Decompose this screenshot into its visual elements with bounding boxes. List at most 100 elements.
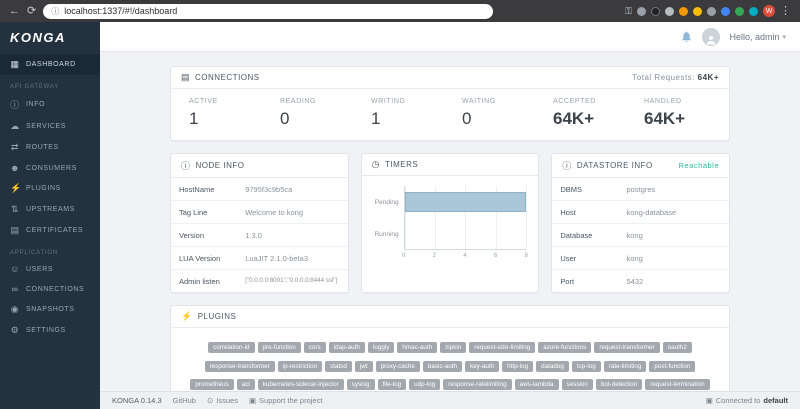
site-info-icon[interactable]: ⓘ [51,6,59,17]
sidebar-item-label: USERS [26,265,54,273]
certificate-icon: ▤ [10,225,20,235]
konga-logo[interactable]: KONGA [0,22,100,54]
sidebar-item-users[interactable]: ☺ USERS [0,259,100,279]
sidebar-item-label: DASHBOARD [26,61,76,68]
row-value: 5432 [626,276,644,286]
stat-handled: HANDLED 64K+ [632,98,723,129]
row-label: Database [560,230,593,240]
back-icon[interactable]: ← [9,5,20,17]
reload-icon[interactable]: ⟳ [27,5,36,17]
extension-icon[interactable] [721,6,730,16]
browser-bar: ← ⟳ ⓘ localhost:1337/#!/dashboard ⚿ W ⋮ [0,0,800,22]
plugin-tag: datadog [536,360,569,372]
sidebar-item-label: ROUTES [26,144,59,151]
stat-accepted: ACCEPTED 64K+ [541,98,632,129]
stat-value: 1 [371,109,381,128]
bar-row [405,223,527,243]
github-link[interactable]: GitHub [173,396,196,405]
extension-icon[interactable] [749,6,758,16]
connection-status[interactable]: ▣ Connected to default [706,396,788,405]
sidebar-item-label: CERTIFICATES [26,227,84,234]
table-row: User kong [552,247,729,270]
sidebar-item-consumers[interactable]: ☻ CONSUMERS [0,158,100,178]
plugin-tag: response-ratelimiting [443,379,512,390]
row-label: HostName [179,184,215,194]
plugin-tag: azure-functions [538,342,592,353]
plugin-tag: post-function [649,360,696,372]
table-row: Tag Line Welcome to kong [171,201,348,224]
plugin-tag: ldap-auth [328,342,365,353]
plugins-panel: ⚡ PLUGINS correlation-id pre-function cors… [170,305,730,391]
reachable-badge[interactable]: Reachable [679,161,719,170]
connections-panel: ▤ CONNECTIONS Total Requests: 64K+ ACTIV… [170,66,730,141]
row-label: User [560,253,577,263]
sidebar-item-upstreams[interactable]: ⇅ UPSTREAMS [0,199,100,220]
issues-link[interactable]: ⊙ Issues [207,396,238,405]
row-label: DBMS [560,184,582,194]
sidebar-item-settings[interactable]: ⚙ SETTINGS [0,320,100,341]
stat-active: ACTIVE 1 [177,98,268,129]
timers-panel: ◷ TIMERS Pending Running 0 2 4 6 8 [360,153,540,293]
datastore-title: DATASTORE INFO [576,161,653,170]
plugin-tag: loggly [367,342,395,353]
info-icon: ⓘ [10,100,20,110]
issues-icon: ⊙ [206,396,214,405]
row-label: Version [179,230,205,240]
sidebar-item-label: CONSUMERS [26,164,77,172]
bar-pending [404,191,527,212]
stat-value: 64K+ [644,109,686,128]
bell-icon[interactable] [680,30,693,43]
avatar[interactable] [702,27,721,46]
plugin-tag: prometheus [190,379,234,390]
row-label: Admin listen [179,276,220,286]
stat-label: READING [280,98,317,105]
gridline [526,186,528,249]
stat-label: WAITING [462,98,496,105]
stat-value: 0 [462,109,472,128]
x-tick-label: 0 [401,253,406,259]
sidebar-item-label: SETTINGS [26,327,66,334]
sidebar-item-certificates[interactable]: ▤ CERTIFICATES [0,220,100,241]
plugin-tag: correlation-id [208,342,255,353]
sidebar-item-dashboard[interactable]: ▦ DASHBOARD [0,54,100,75]
extension-icon[interactable] [665,6,674,16]
row-value: 1.3.0 [245,230,262,240]
browser-profile-avatar[interactable]: W [763,5,775,17]
support-link[interactable]: ▣ Support the project [249,396,322,405]
plugin-tag: udp-log [409,379,441,390]
address-bar[interactable]: ⓘ localhost:1337/#!/dashboard [43,3,494,19]
total-requests-value: 64K+ [697,73,719,82]
plugin-tag: tcp-log [571,360,601,372]
timers-chart: Pending Running 0 2 4 6 8 [362,176,539,267]
sidebar-item-snapshots[interactable]: ◉ SNAPSHOTS [0,299,100,320]
grid-icon: ▦ [10,59,20,69]
sidebar-item-plugins[interactable]: ⚡ PLUGINS [0,178,100,199]
extension-icon[interactable] [735,6,744,16]
monitor-icon: ▣ [248,396,257,405]
sidebar-item-connections[interactable]: ∞ CONNECTIONS [0,279,100,299]
konga-version: KONGA 0.14.3 [112,396,162,405]
key-icon[interactable]: ⚿ [625,6,632,16]
plugin-tag: oauth2 [662,342,692,353]
browser-menu-icon[interactable]: ⋮ [780,5,791,17]
extension-icon[interactable] [693,6,702,16]
extension-icon[interactable] [651,6,660,16]
sidebar-item-info[interactable]: ⓘ INFO [0,93,100,116]
extension-toolbar: ⚿ W ⋮ [625,5,791,17]
extension-icon[interactable] [637,6,646,16]
sidebar-item-services[interactable]: ☁ SERVICES [0,116,100,137]
sidebar: KONGA ▦ DASHBOARD API GATEWAY ⓘ INFO ☁ S… [0,22,100,409]
extension-icon[interactable] [679,6,688,16]
timers-plot [403,186,528,250]
sidebar-item-routes[interactable]: ⇄ ROUTES [0,137,100,158]
extension-icon[interactable] [707,6,716,16]
sidebar-section-api-gateway: API GATEWAY [10,84,60,90]
info-icon: ⓘ [181,161,191,171]
user-menu[interactable]: Hello, admin ▾ [729,32,786,42]
stat-value: 64K+ [553,109,595,128]
stat-label: ACTIVE [189,98,218,105]
table-row: HostName 9795f3c9b5ca [171,178,348,201]
plugin-tag: hmac-auth [397,342,438,353]
table-row: LUA Version LuaJIT 2.1.0-beta3 [171,247,348,270]
sidebar-item-label: PLUGINS [26,185,61,192]
